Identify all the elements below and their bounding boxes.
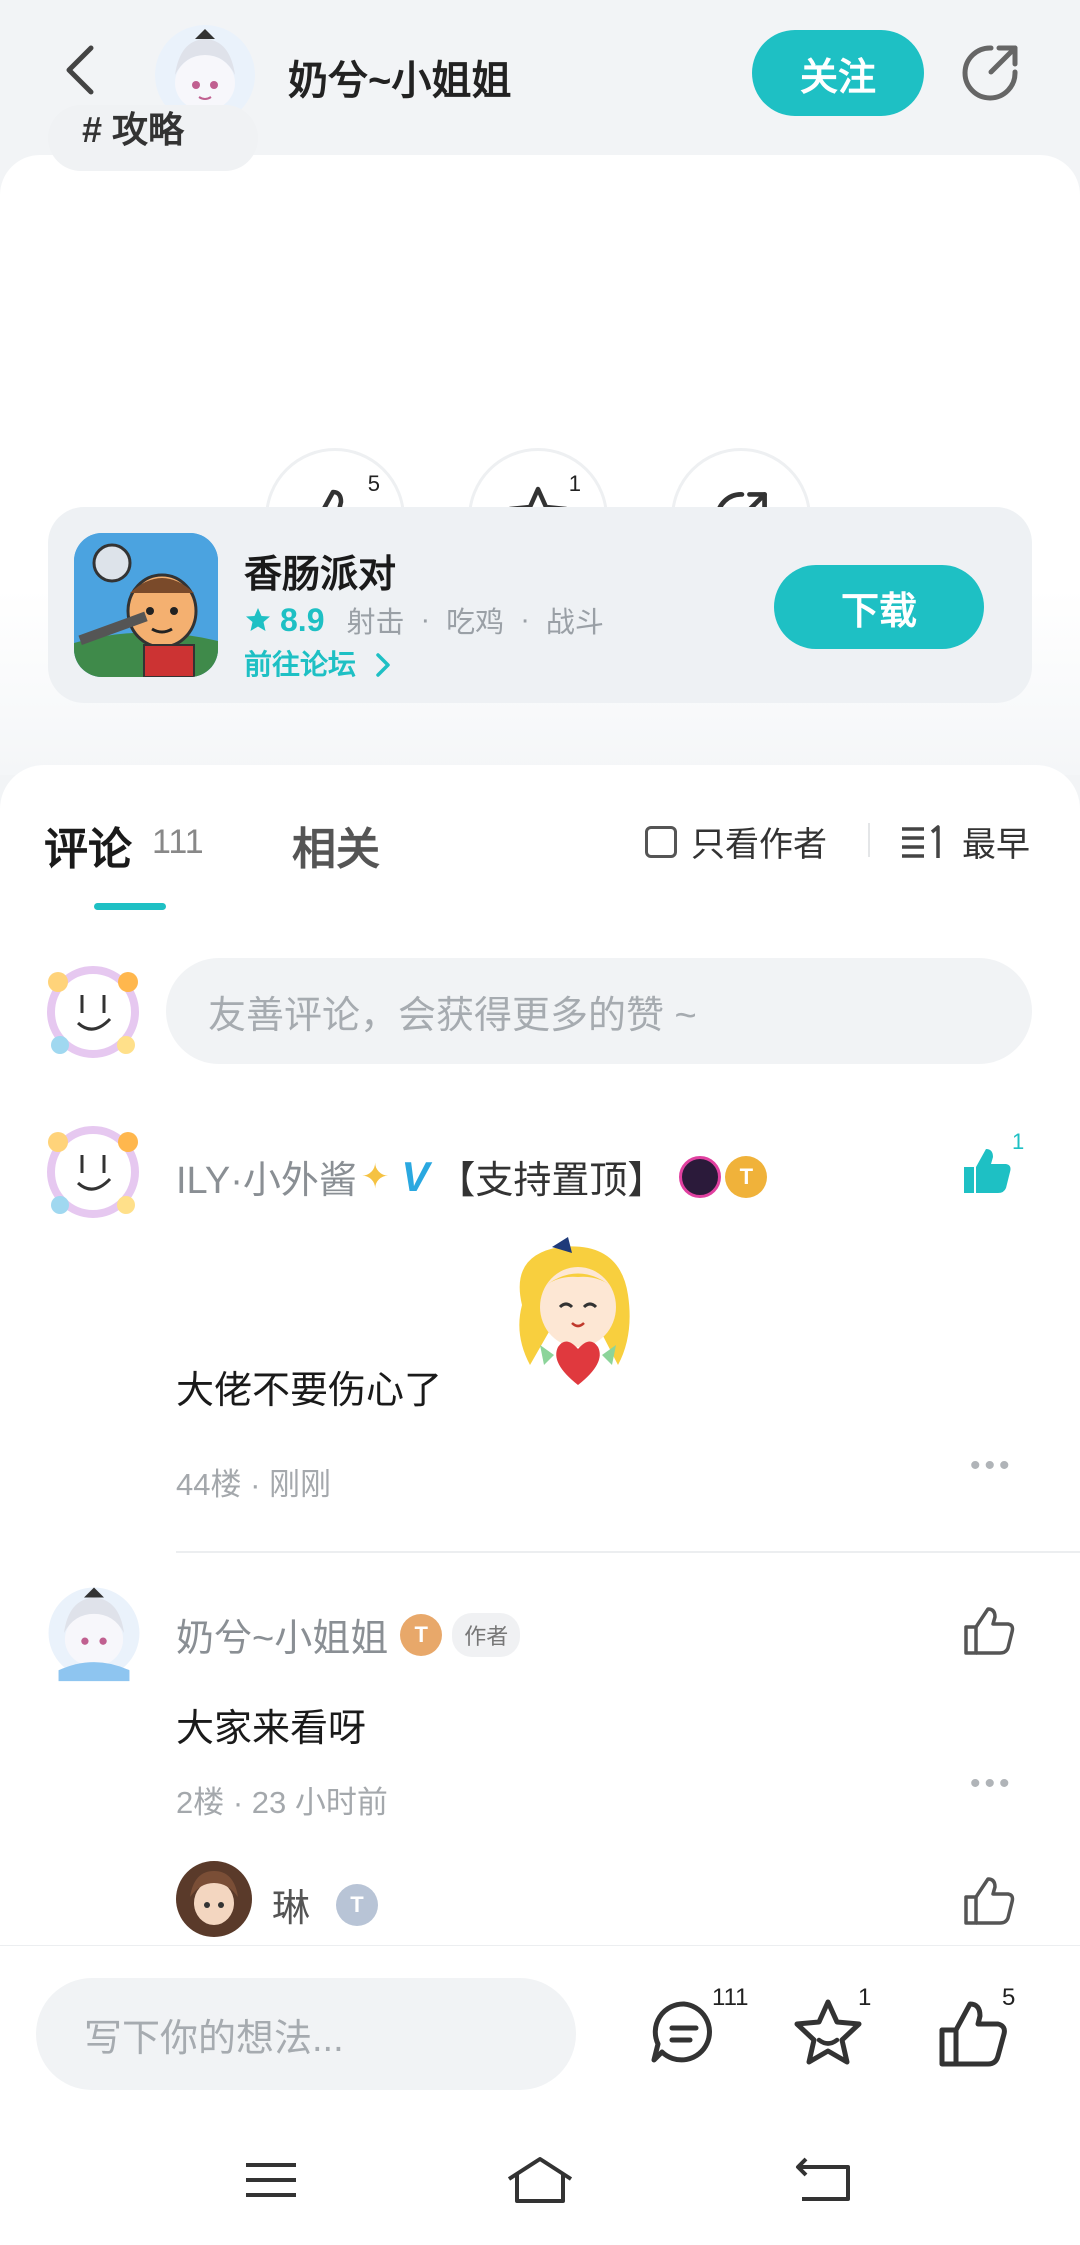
emblem-icon xyxy=(679,1155,722,1198)
bottom-action-bar: 写下你的想法... 111 1 5 xyxy=(0,1945,1080,2105)
comment-floor-time: 2楼 · 23 小时前 xyxy=(176,1785,388,1820)
game-card[interactable]: 香肠派对 8.9 射击 · 吃鸡 · 战斗 前往论坛 下载 xyxy=(48,507,1032,703)
comment-count-badge: 111 xyxy=(712,1984,749,2011)
comment-like-count: 1 xyxy=(1012,1129,1025,1154)
more-icon[interactable]: ••• xyxy=(970,1767,1014,1801)
sparkle-icon: ✦ xyxy=(360,1157,390,1196)
comment-username-row: ILY·小外酱 ✦ V 【支持置顶】 T xyxy=(176,1149,768,1204)
comment-flair: 【支持置顶】 xyxy=(437,1160,666,1202)
like-count-badge: 5 xyxy=(1002,1984,1016,2011)
comment-text: 大家来看呀 xyxy=(176,1708,367,1750)
write-comment-input[interactable]: 写下你的想法... xyxy=(36,1978,576,2090)
reply-avatar[interactable] xyxy=(176,1861,252,1937)
filter-author-label: 只看作者 xyxy=(691,826,827,864)
tab-comments[interactable]: 评论 xyxy=(44,813,132,877)
comment-username[interactable]: 奶兮~小姐姐 xyxy=(176,1607,388,1662)
my-avatar[interactable] xyxy=(38,957,148,1067)
reply-username-row: 琳 T xyxy=(272,1877,379,1932)
return-icon[interactable] xyxy=(788,2155,858,2205)
comment-divider xyxy=(176,1551,1080,1553)
comments-section: 评论 111 相关 只看作者 最早 友善评论，会获得更多的赞 ~ ILY·小外酱… xyxy=(0,765,1080,1945)
comment-username-row: 奶兮~小姐姐 T 作者 xyxy=(176,1607,521,1662)
like-count: 5 xyxy=(367,471,380,496)
reply-username[interactable]: 琳 xyxy=(272,1877,310,1932)
favorite-count-badge: 1 xyxy=(858,1984,872,2011)
star-rating-icon xyxy=(246,608,270,631)
star-icon[interactable] xyxy=(788,1994,868,2074)
game-rating: 8.9 xyxy=(280,601,325,638)
download-button[interactable]: 下载 xyxy=(774,565,984,649)
sort-button[interactable]: 最早 xyxy=(900,817,1030,866)
comment-username[interactable]: ILY·小外酱 xyxy=(176,1149,357,1204)
commenter-avatar[interactable] xyxy=(44,1583,144,1683)
level-badge-icon: T xyxy=(336,1883,379,1926)
follow-button[interactable]: 关注 xyxy=(752,30,924,116)
comment-floor-time: 44楼 · 刚刚 xyxy=(176,1467,332,1502)
game-icon[interactable] xyxy=(74,533,218,677)
game-tag: 战斗 xyxy=(545,607,604,639)
sort-label: 最早 xyxy=(962,826,1030,864)
commenter-avatar[interactable] xyxy=(38,1117,148,1227)
game-tag: 射击 xyxy=(346,607,405,639)
game-tag: 吃鸡 xyxy=(446,607,505,639)
thumbs-up-icon[interactable] xyxy=(962,1603,1018,1659)
post-tag[interactable]: # 攻略 xyxy=(48,105,258,171)
verified-icon: V xyxy=(401,1152,430,1200)
chevron-right-icon xyxy=(376,653,390,677)
home-icon[interactable] xyxy=(505,2155,575,2205)
level-badge-icon: T xyxy=(725,1155,768,1198)
comment-count: 111 xyxy=(152,823,204,861)
filter-author-only[interactable]: 只看作者 xyxy=(645,817,827,866)
thumbs-up-icon[interactable] xyxy=(962,1873,1018,1929)
tab-related[interactable]: 相关 xyxy=(292,813,380,877)
comment-text: 大佬不要伤心了 xyxy=(176,1370,443,1412)
more-icon[interactable]: ••• xyxy=(970,1449,1014,1483)
divider xyxy=(868,823,870,857)
sticker-image xyxy=(519,1237,630,1385)
post-tag-label: # 攻略 xyxy=(82,109,185,150)
post-card: # 攻略 5 1 香肠派对 8.9 射击 · 吃鸡 · 战斗 前往论坛 下载 xyxy=(0,105,1080,775)
back-icon[interactable] xyxy=(55,40,105,100)
share-icon[interactable] xyxy=(955,38,1025,108)
sort-icon xyxy=(902,824,940,858)
checkbox-icon[interactable] xyxy=(645,825,677,858)
system-navigation-bar xyxy=(0,2105,1080,2245)
menu-icon[interactable] xyxy=(236,2155,306,2205)
thumbs-up-icon[interactable] xyxy=(960,1143,1016,1199)
level-badge-icon: T xyxy=(400,1613,443,1656)
forum-link[interactable]: 前往论坛 xyxy=(244,643,394,683)
comment-input[interactable]: 友善评论，会获得更多的赞 ~ xyxy=(166,958,1032,1064)
game-meta: 8.9 射击 · 吃鸡 · 战斗 xyxy=(244,599,604,641)
tab-indicator xyxy=(94,903,166,910)
author-badge: 作者 xyxy=(452,1612,521,1657)
author-name[interactable]: 奶兮~小姐姐 xyxy=(288,48,511,106)
forum-link-label: 前往论坛 xyxy=(244,649,357,680)
favorite-count: 1 xyxy=(568,471,581,496)
game-name[interactable]: 香肠派对 xyxy=(244,543,396,598)
